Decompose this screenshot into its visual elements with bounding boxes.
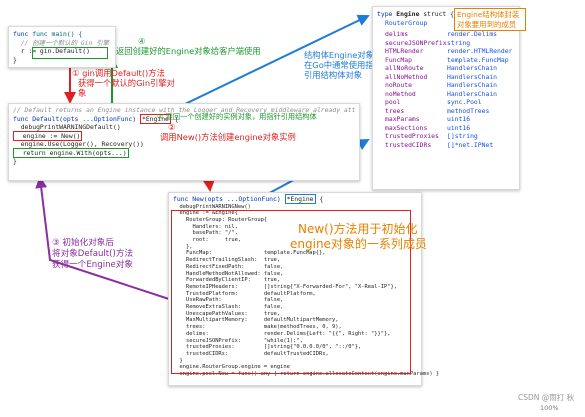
new-engine-return-type: *Engine [284, 194, 316, 204]
main-line-1: func func main() { [13, 30, 83, 38]
note-new-desc: New()方法用于初始化 engine对象的一系列成员 [290, 222, 427, 251]
struct-field-row: noRoute HandlersChain [377, 81, 515, 90]
struct-field-type: template.FuncMap [447, 55, 509, 64]
struct-field-row: secureJSONPrefix string [377, 39, 515, 48]
note-3: ③ 初始化对象后 将对象Default()方法 获得一个Engine对象 [52, 238, 134, 270]
struct-field-row: HTMLRender render.HTMLRender [377, 47, 515, 56]
struct-field-name: HTMLRender [385, 47, 424, 55]
struct-field-type: string [447, 38, 471, 47]
struct-field-type: render.HTMLRender [447, 47, 513, 55]
struct-field-name: trees [385, 106, 405, 115]
engine-struct-panel: type Engine struct { RouterGroup delims r… [372, 6, 520, 190]
struct-field-name: allNoRoute [385, 64, 424, 72]
zoom-level: 100% [540, 404, 559, 412]
default-body-4: return engine.With(opts...) [13, 147, 129, 158]
struct-field-name: pool [385, 98, 401, 106]
note-2: ② 返回一个创建好的实例对象，用指针引用结构体 [157, 112, 317, 121]
struct-field-name: noRoute [385, 81, 412, 89]
struct-field-type: HandlersChain [447, 81, 498, 89]
struct-field-type: HandlersChain [447, 72, 498, 81]
default-body-5: } [13, 157, 17, 165]
struct-note: Engine结构体封装 对象要用到的成员 [454, 8, 526, 31]
struct-field-name: FuncMap [385, 55, 412, 64]
struct-field-name: delims [385, 30, 409, 38]
struct-field-name: secureJSONPrefix [385, 38, 447, 47]
struct-field-type: methodTrees [447, 106, 490, 115]
struct-field-row: maxSections uint16 [377, 124, 515, 133]
note-2b: ② 调用New()方法创建engine对象实例 [160, 122, 296, 142]
struct-field-name: trustedCIDRs [385, 140, 432, 149]
struct-field-row: noMethod HandlersChain [377, 90, 515, 99]
struct-field-type: []*net.IPNet [447, 140, 494, 149]
struct-field-row: trees methodTrees [377, 107, 515, 116]
struct-field-name: allNoMethod [385, 72, 428, 81]
struct-fields: delims render.Delims secureJSONPrefix strin… [377, 30, 515, 149]
new-signature: func New(opts ...OptionFunc) *Engine { [173, 194, 324, 204]
watermark: CSDN @雨打 秋 [518, 393, 575, 402]
struct-field-name: maxSections [385, 123, 428, 132]
struct-field-name: maxParams [385, 115, 420, 123]
struct-field-type: HandlersChain [447, 89, 498, 98]
struct-field-type: []string [447, 132, 478, 140]
struct-field-row: FuncMap template.FuncMap [377, 56, 515, 65]
struct-field-row: pool sync.Pool [377, 98, 515, 107]
highlight-gin-default [32, 47, 108, 59]
struct-field-type: uint16 [447, 115, 471, 123]
struct-field-row: trustedProxies []string [377, 132, 515, 141]
struct-field-name: trustedProxies [385, 132, 439, 140]
note-4: ④ 返回创建好的Engine对象给客户端使用 [116, 36, 261, 56]
struct-field-row: trustedCIDRs []*net.IPNet [377, 141, 515, 150]
main-line-2: // 创建一个默认的 Gin 引擎 [13, 38, 109, 47]
struct-field-type: sync.Pool [447, 98, 482, 106]
struct-field-row: allNoMethod HandlersChain [377, 73, 515, 82]
struct-field-row: delims render.Delims [377, 30, 515, 39]
struct-field-type: render.Delims [447, 30, 498, 38]
struct-field-type: HandlersChain [447, 64, 498, 72]
struct-field-row: allNoRoute HandlersChain [377, 64, 515, 73]
struct-field-type: uint16 [447, 123, 471, 132]
note-1: ① gin调用Default()方法 获得一个默认的Gin引擎对象 [72, 68, 175, 98]
struct-field-name: noMethod [385, 89, 416, 98]
struct-field-row: maxParams uint16 [377, 115, 515, 124]
